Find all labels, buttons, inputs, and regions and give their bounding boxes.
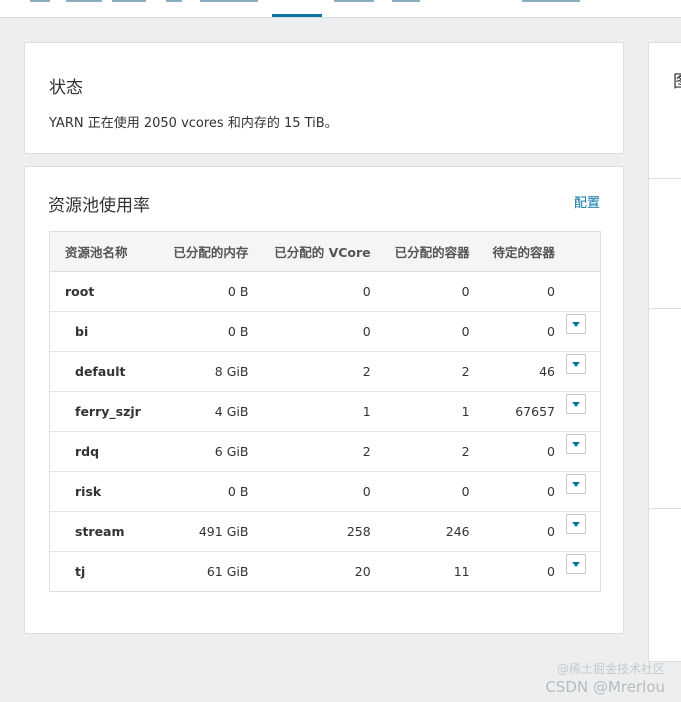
pool-vcore: 20 (256, 551, 379, 591)
column-header-pending[interactable]: 待定的容器 (477, 231, 563, 272)
pool-memory: 4 GiB (157, 391, 257, 432)
watermark-line1: @稀土掘金技术社区 (556, 662, 665, 676)
pool-pending: 46 (477, 351, 563, 392)
nav-tab[interactable] (392, 0, 420, 2)
pool-memory: 0 B (157, 471, 257, 512)
side-panel-title: 图 (673, 67, 681, 92)
pool-actions (563, 431, 601, 472)
table-header-row: 资源池名称 已分配的内存 已分配的 VCore 已分配的容器 待定的容器 (49, 231, 601, 272)
chevron-down-icon[interactable] (566, 514, 586, 534)
pool-memory: 61 GiB (157, 551, 257, 591)
pool-memory: 0 B (157, 311, 257, 352)
pool-pending: 67657 (477, 391, 563, 432)
chevron-down-icon[interactable] (566, 434, 586, 454)
resource-pool-card: 资源池使用率 配置 资源池名称 已分配的内存 已分配的 VCore 已分配的容器… (24, 166, 624, 634)
chevron-down-icon[interactable] (566, 474, 586, 494)
table-row: root 0 B 0 0 0 (49, 271, 601, 312)
side-panel: 图 (648, 42, 681, 662)
pool-vcore: 2 (256, 351, 379, 392)
pool-actions (563, 351, 601, 392)
nav-tab[interactable] (66, 0, 102, 2)
chevron-down-icon[interactable] (566, 554, 586, 574)
pool-memory: 8 GiB (157, 351, 257, 392)
pool-pending: 0 (477, 311, 563, 352)
chevron-down-icon[interactable] (566, 354, 586, 374)
pool-actions (563, 391, 601, 432)
pool-vcore: 0 (256, 471, 379, 512)
nav-tab-active[interactable] (272, 0, 322, 17)
status-message: YARN 正在使用 2050 vcores 和内存的 15 TiB。 (49, 116, 338, 131)
pool-pending: 0 (477, 471, 563, 512)
pool-pending: 0 (477, 551, 563, 591)
pool-containers: 2 (378, 351, 478, 392)
side-panel-divider (649, 178, 681, 179)
table-row: ferry_szjr 4 GiB 1 1 67657 (49, 391, 601, 432)
pool-containers: 2 (378, 431, 478, 472)
table-row: risk 0 B 0 0 0 (49, 471, 601, 512)
status-title: 状态 (49, 78, 83, 98)
watermark: @稀土掘金技术社区 CSDN @Mrerlou (545, 660, 665, 696)
column-header-vcore[interactable]: 已分配的 VCore (256, 231, 379, 272)
column-header-containers[interactable]: 已分配的容器 (378, 231, 478, 272)
table-row: rdq 6 GiB 2 2 0 (49, 431, 601, 472)
nav-tab[interactable] (200, 0, 258, 2)
pool-memory: 491 GiB (157, 511, 257, 552)
pool-table-body: root 0 B 0 0 0 bi 0 B 0 0 0 default 8 Gi… (49, 271, 601, 591)
pool-vcore: 1 (256, 391, 379, 432)
table-row: default 8 GiB 2 2 46 (49, 351, 601, 392)
table-row: bi 0 B 0 0 0 (49, 311, 601, 352)
nav-tab[interactable] (30, 0, 50, 2)
pool-memory: 0 B (157, 271, 257, 312)
pool-containers: 0 (378, 311, 478, 352)
column-header-name[interactable]: 资源池名称 (49, 231, 158, 272)
pool-name: stream (49, 511, 158, 552)
pool-usage-title: 资源池使用率 (48, 196, 150, 216)
pool-name: rdq (49, 431, 158, 472)
pool-pending: 0 (477, 271, 563, 312)
pool-pending: 0 (477, 511, 563, 552)
pool-actions (563, 551, 601, 591)
pool-actions (563, 511, 601, 552)
pool-vcore: 0 (256, 311, 379, 352)
watermark-line2: CSDN @Mrerlou (545, 678, 665, 696)
side-panel-divider (649, 308, 681, 309)
nav-tab[interactable] (334, 0, 374, 2)
pool-vcore: 2 (256, 431, 379, 472)
pool-name: risk (49, 471, 158, 512)
column-header-actions (563, 231, 601, 272)
pool-name: root (49, 271, 158, 312)
nav-tab[interactable] (522, 0, 580, 2)
table-row: tj 61 GiB 20 11 0 (49, 551, 601, 591)
pool-name: ferry_szjr (49, 391, 158, 432)
pool-containers: 0 (378, 471, 478, 512)
pool-name: default (49, 351, 158, 392)
chevron-down-icon[interactable] (566, 394, 586, 414)
pool-containers: 1 (378, 391, 478, 432)
chevron-down-icon[interactable] (566, 314, 586, 334)
pool-vcore: 258 (256, 511, 379, 552)
pool-containers: 0 (378, 271, 478, 312)
pool-actions (563, 271, 601, 312)
pool-actions (563, 471, 601, 512)
column-header-memory[interactable]: 已分配的内存 (157, 231, 257, 272)
pool-containers: 11 (378, 551, 478, 591)
side-panel-divider (649, 508, 681, 509)
top-nav (0, 0, 681, 18)
pool-containers: 246 (378, 511, 478, 552)
config-link[interactable]: 配置 (574, 192, 600, 211)
pool-table: 资源池名称 已分配的内存 已分配的 VCore 已分配的容器 待定的容器 roo… (49, 231, 601, 591)
nav-tab[interactable] (166, 0, 182, 2)
status-card: 状态 YARN 正在使用 2050 vcores 和内存的 15 TiB。 (24, 42, 624, 154)
pool-name: tj (49, 551, 158, 591)
pool-pending: 0 (477, 431, 563, 472)
pool-name: bi (49, 311, 158, 352)
pool-actions (563, 311, 601, 352)
pool-vcore: 0 (256, 271, 379, 312)
nav-tab[interactable] (112, 0, 146, 2)
table-row: stream 491 GiB 258 246 0 (49, 511, 601, 552)
pool-memory: 6 GiB (157, 431, 257, 472)
